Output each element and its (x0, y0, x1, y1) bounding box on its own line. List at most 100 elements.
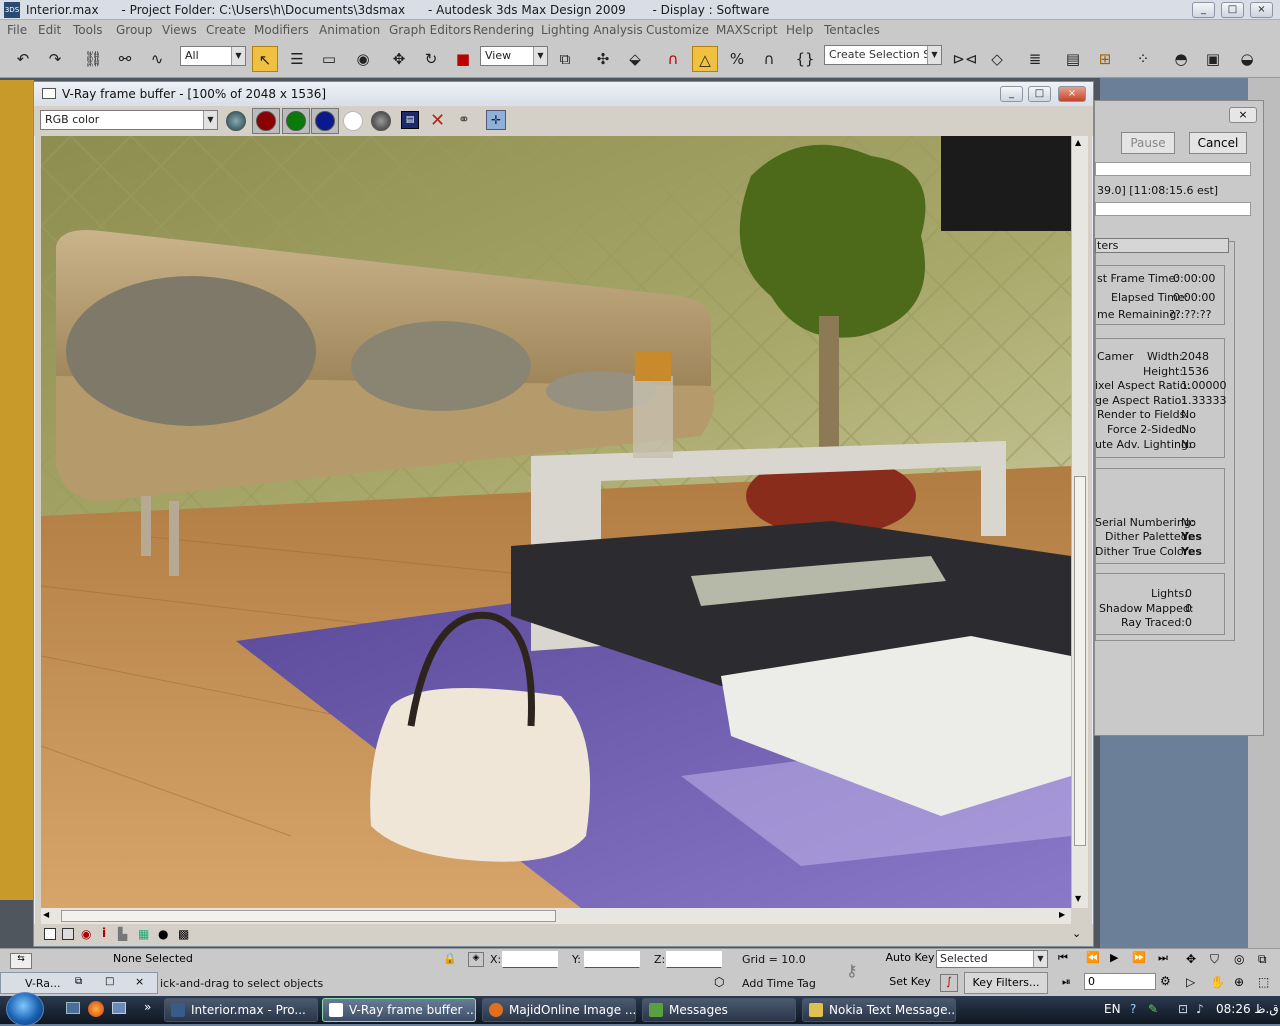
next-frame-icon[interactable]: ⏩ (1132, 951, 1146, 964)
lock-selection-icon[interactable]: 🔒 (443, 952, 457, 965)
dialog-close-icon[interactable]: × (1229, 107, 1257, 123)
keyboard-shortcut-icon[interactable]: ⬙ (622, 46, 648, 72)
scroll-left-icon[interactable]: ◀ (43, 910, 49, 919)
menu-maxscript[interactable]: MAXScript (716, 23, 778, 37)
lut-icon[interactable]: ▦ (138, 927, 149, 941)
percent-snap-icon[interactable]: % (724, 46, 750, 72)
menu-help[interactable]: Help (786, 23, 813, 37)
green-channel-toggle[interactable] (282, 108, 310, 134)
snaps-toggle-icon[interactable]: ∩ (660, 46, 686, 72)
menu-group[interactable]: Group (116, 23, 153, 37)
menu-animation[interactable]: Animation (319, 23, 380, 37)
vertical-scrollbar[interactable]: ▲ ▼ (1071, 136, 1088, 908)
levels-icon[interactable]: ◉ (81, 927, 91, 941)
show-desktop-icon[interactable] (66, 1002, 80, 1014)
quick-render-icon[interactable]: ◒ (1234, 46, 1260, 72)
pivot-center-icon[interactable]: ⧉ (552, 46, 578, 72)
restore-icon[interactable]: ⧉ (75, 976, 82, 987)
window-crossing-icon[interactable]: ◉ (350, 46, 376, 72)
menu-customize[interactable]: Customize (646, 23, 709, 37)
switch-windows-icon[interactable] (112, 1002, 126, 1014)
language-indicator[interactable]: EN (1104, 1002, 1121, 1016)
red-channel-toggle[interactable] (252, 108, 280, 134)
play-icon[interactable]: ▶ (1110, 951, 1118, 964)
scale-icon[interactable]: ■ (450, 46, 476, 72)
rectangular-selection-icon[interactable]: ▭ (316, 46, 342, 72)
y-coordinate-field[interactable] (584, 951, 640, 968)
menu-rendering[interactable]: Rendering (473, 23, 534, 37)
vray-maximize-button[interactable]: □ (1028, 86, 1051, 102)
clock[interactable]: 08:26 ق.ظ (1216, 1002, 1279, 1016)
menu-edit[interactable]: Edit (38, 23, 61, 37)
layer-manager-icon[interactable]: ≣ (1022, 46, 1048, 72)
vertical-scroll-thumb[interactable] (1074, 476, 1086, 846)
rendered-image[interactable] (41, 136, 1071, 908)
tray-pen-icon[interactable]: ✎ (1148, 1002, 1158, 1016)
tray-volume-icon[interactable]: ♪ (1196, 1002, 1204, 1016)
firefox-icon[interactable] (88, 1001, 104, 1017)
arc-rotate-icon[interactable]: ⊕ (1234, 975, 1244, 989)
undo-icon[interactable]: ↶ (10, 46, 36, 72)
time-config-icon[interactable]: ⚙ (1160, 974, 1171, 988)
menu-views[interactable]: Views (162, 23, 197, 37)
menu-graph-editors[interactable]: Graph Editors (389, 23, 471, 37)
orbit-icon[interactable]: ◎ (1234, 952, 1244, 966)
z-coordinate-field[interactable] (666, 951, 722, 968)
exposure-icon[interactable]: ● (158, 927, 168, 941)
track-region-icon[interactable]: ✛ (486, 110, 506, 130)
key-mode-select[interactable]: Selected ▼ (936, 950, 1048, 968)
zoom-icon[interactable]: ✥ (1186, 952, 1196, 966)
taskbar-item-3dsmax[interactable]: Interior.max - Pro... (164, 998, 318, 1022)
menu-modifiers[interactable]: Modifiers (254, 23, 309, 37)
cancel-button[interactable]: Cancel (1189, 132, 1247, 154)
link-icon[interactable]: ⛓ (80, 46, 106, 72)
go-to-end-icon[interactable]: ⏭ (1158, 951, 1168, 965)
menu-tools[interactable]: Tools (73, 23, 103, 37)
taskbar-item-messages[interactable]: Messages (642, 998, 796, 1022)
move-icon[interactable]: ✥ (386, 46, 412, 72)
channel-select[interactable]: RGB color ▼ (40, 110, 218, 130)
maximize-viewport-icon[interactable]: ⧉ (1258, 952, 1267, 967)
align-icon[interactable]: ◇ (984, 46, 1010, 72)
material-editor-icon[interactable]: ⁘ (1130, 46, 1156, 72)
blue-channel-toggle[interactable] (311, 108, 339, 134)
key-filters-button[interactable]: Key Filters... (964, 972, 1048, 994)
select-by-name-icon[interactable]: ☰ (284, 46, 310, 72)
pan-icon[interactable]: ✋ (1210, 975, 1225, 989)
lens-effects-icon[interactable]: ▩ (178, 927, 189, 941)
selection-filter-select[interactable]: All ▼ (180, 46, 246, 66)
vray-minimize-button[interactable]: _ (1000, 86, 1023, 102)
maxscript-listener-icon[interactable]: ⇆ (10, 953, 32, 969)
maximize-icon[interactable]: □ (105, 976, 114, 987)
absolute-mode-icon[interactable]: ◈ (468, 952, 484, 967)
close-icon[interactable]: × (135, 975, 144, 988)
monochrome-icon[interactable] (371, 111, 391, 131)
duplicate-to-max-fb-icon[interactable]: ⚭ (458, 112, 470, 128)
expand-icon[interactable]: ⌄ (1072, 927, 1081, 940)
zoom-all-icon[interactable]: ⛉ (1210, 952, 1219, 967)
curve-editor-icon[interactable]: ▤ (1060, 46, 1086, 72)
set-key-button[interactable]: Set Key (884, 972, 936, 994)
min-max-toggle-icon[interactable]: ⬚ (1258, 975, 1269, 989)
add-time-tag[interactable]: Add Time Tag (742, 977, 816, 990)
select-manipulate-icon[interactable]: ✣ (590, 46, 616, 72)
previous-frame-icon[interactable]: ⏪ (1086, 951, 1100, 964)
menu-create[interactable]: Create (206, 23, 246, 37)
minimized-vray-window[interactable]: V-Ra... ⧉ □ × (0, 972, 158, 994)
menu-file[interactable]: File (7, 23, 27, 37)
scroll-down-icon[interactable]: ▼ (1075, 894, 1081, 903)
start-button[interactable] (6, 992, 44, 1026)
current-frame-field[interactable]: 0 (1084, 973, 1156, 990)
taskbar-item-nokia[interactable]: Nokia Text Message... (802, 998, 956, 1022)
scroll-up-icon[interactable]: ▲ (1075, 138, 1081, 147)
field-of-view-icon[interactable]: ▷ (1186, 975, 1195, 989)
quick-launch-overflow-icon[interactable]: » (144, 1000, 151, 1014)
select-object-icon[interactable]: ↖ (252, 46, 278, 72)
pixel-info-icon[interactable]: i (102, 926, 106, 940)
tray-help-icon[interactable]: ? (1130, 1002, 1136, 1016)
edit-named-selection-icon[interactable]: {} (792, 46, 818, 72)
horizontal-scroll-thumb[interactable] (61, 910, 556, 922)
alpha-channel-icon[interactable] (343, 111, 363, 131)
spinner-snap-icon[interactable]: ∩ (756, 46, 782, 72)
reference-coordinate-select[interactable]: View ▼ (480, 46, 548, 66)
